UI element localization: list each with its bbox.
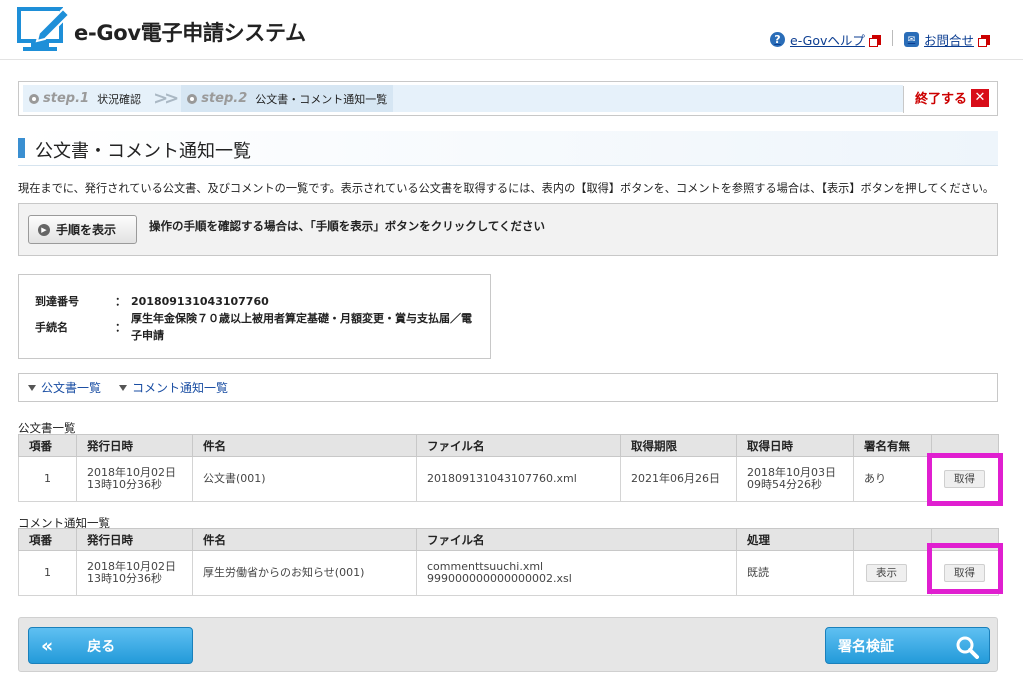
step-1-name: step.1 xyxy=(43,91,90,106)
mail-icon: ✉ xyxy=(904,32,919,47)
application-info: 到達番号 ： 201809131043107760 手続名 ： 厚生年金保険７０… xyxy=(18,274,491,359)
section-jump-links: 公文書一覧 コメント通知一覧 xyxy=(18,373,998,402)
table-row: 1 2018年10月02日 13時10分36秒 厚生労働省からのお知らせ(001)… xyxy=(18,550,999,596)
double-chevron-left-icon: « xyxy=(41,634,54,657)
col-header: 署名有無 xyxy=(853,434,932,457)
col-header: 項番 xyxy=(18,528,77,551)
col-header: 件名 xyxy=(192,434,417,457)
colon: ： xyxy=(115,295,126,308)
triangle-down-icon xyxy=(119,384,128,391)
help-link-label[interactable]: e-Govヘルプ xyxy=(790,30,865,49)
arrival-number-label: 到達番号 xyxy=(35,295,79,308)
page-description: 現在までに、発行されている公文書、及びコメントの一覧です。表示されている公文書を… xyxy=(18,182,995,195)
step-1: step.1 状況確認 xyxy=(23,85,147,112)
highlight-box xyxy=(927,543,1003,594)
contact-link-label[interactable]: お問合せ xyxy=(924,30,974,49)
back-button[interactable]: « 戻る xyxy=(28,627,193,664)
procedure-name-label: 手続名 xyxy=(35,321,68,334)
col-header: 項番 xyxy=(18,434,77,457)
arrival-number-row: 到達番号 ： 201809131043107760 xyxy=(35,293,481,310)
header-divider xyxy=(892,30,893,46)
logo-text: e-Gov電子申請システム xyxy=(74,21,306,45)
docs-table: 項番 発行日時 件名 ファイル名 取得期限 取得日時 署名有無 1 2018年1… xyxy=(18,434,999,502)
step-bar-divider xyxy=(903,86,904,113)
issued-time: 13時10分36秒 xyxy=(87,572,162,585)
play-arrow-icon: ▶ xyxy=(38,223,50,236)
jump-link-comments-label[interactable]: コメント通知一覧 xyxy=(132,379,228,396)
issued-time: 13時10分36秒 xyxy=(87,478,162,491)
procedure-name-value: 厚生年金保険７０歳以上被用者算定基礎・月額変更・賞与支払届／電子申請 xyxy=(131,312,472,342)
show-procedure-button[interactable]: ▶ 手順を表示 xyxy=(28,215,137,244)
step-dot-icon xyxy=(187,93,198,104)
table-header-row: 項番 発行日時 件名 ファイル名 処理 xyxy=(18,528,999,551)
col-header: 処理 xyxy=(736,528,854,551)
procedure-hint: 操作の手順を確認する場合は、「手順を表示」ボタンをクリックしてください xyxy=(149,219,546,233)
close-icon[interactable]: ✕ xyxy=(971,88,989,107)
signature-status: あり xyxy=(853,456,932,502)
header: e-Gov電子申請システム ? e-Govヘルプ ✉ お問合せ xyxy=(0,0,1023,60)
show-procedure-label[interactable]: 手順を表示 xyxy=(56,221,116,238)
step-2-label: 公文書・コメント通知一覧 xyxy=(255,92,388,106)
table-row: 1 2018年10月02日 13時10分36秒 公文書(001) 20180913… xyxy=(18,456,999,502)
triangle-down-icon xyxy=(28,384,36,391)
row-number: 1 xyxy=(18,456,77,502)
external-link-icon xyxy=(868,34,881,47)
end-button[interactable]: 終了する ✕ xyxy=(915,88,989,107)
subject: 厚生労働省からのお知らせ(001) xyxy=(192,550,417,596)
jump-link-docs-label[interactable]: 公文書一覧 xyxy=(41,379,101,396)
verify-signature-label[interactable]: 署名検証 xyxy=(838,636,894,656)
step-2: step.2 公文書・コメント通知一覧 xyxy=(181,85,394,112)
magnifier-icon xyxy=(956,636,979,659)
col-header: ファイル名 xyxy=(416,528,737,551)
help-link[interactable]: ? e-Govヘルプ xyxy=(770,30,881,49)
end-button-label[interactable]: 終了する xyxy=(915,88,967,107)
external-link-icon xyxy=(978,34,991,47)
step-bar: step.1 状況確認 >> step.2 公文書・コメント通知一覧 終了する … xyxy=(18,81,998,116)
issued-datetime: 2018年10月02日 13時10分36秒 xyxy=(76,456,193,502)
arrival-number-value: 201809131043107760 xyxy=(131,295,269,308)
row-number: 1 xyxy=(18,550,77,596)
col-header: 発行日時 xyxy=(76,528,193,551)
view-comment-button[interactable]: 表示 xyxy=(866,564,907,582)
title-accent-bar xyxy=(18,138,25,158)
col-header xyxy=(853,528,932,551)
back-button-label[interactable]: 戻る xyxy=(87,636,115,656)
egov-logo-icon xyxy=(17,7,71,51)
verify-signature-button[interactable]: 署名検証 xyxy=(825,627,990,664)
step-1-label: 状況確認 xyxy=(97,92,142,106)
help-icon: ? xyxy=(770,32,785,47)
colon: ： xyxy=(115,321,126,334)
acquired-time: 09時54分26秒 xyxy=(747,478,822,491)
col-header: 取得日時 xyxy=(736,434,854,457)
contact-link[interactable]: ✉ お問合せ xyxy=(904,30,991,49)
jump-link-comments[interactable]: コメント通知一覧 xyxy=(119,379,228,396)
table-header-row: 項番 発行日時 件名 ファイル名 取得期限 取得日時 署名有無 xyxy=(18,434,999,457)
col-header: 件名 xyxy=(192,528,417,551)
step-progress: step.1 状況確認 >> step.2 公文書・コメント通知一覧 xyxy=(23,85,903,112)
jump-link-docs[interactable]: 公文書一覧 xyxy=(28,379,101,396)
step-2-name: step.2 xyxy=(201,91,248,106)
col-header: 発行日時 xyxy=(76,434,193,457)
subject: 公文書(001) xyxy=(192,456,417,502)
file-names: commenttsuuchi.xml 999000000000000002.xsl xyxy=(416,550,737,596)
comments-table: 項番 発行日時 件名 ファイル名 処理 1 2018年10月02日 13時10分3… xyxy=(18,528,999,596)
status: 既読 xyxy=(736,550,854,596)
double-chevron-icon: >> xyxy=(153,88,179,109)
page-title-text: 公文書・コメント通知一覧 xyxy=(35,141,251,162)
footer-action-bar: « 戻る 署名検証 xyxy=(18,617,998,672)
step-dot-icon xyxy=(29,93,39,104)
file-name: 999000000000000002.xsl xyxy=(427,572,572,585)
issued-datetime: 2018年10月02日 13時10分36秒 xyxy=(76,550,193,596)
col-header: 取得期限 xyxy=(620,434,737,457)
procedure-box: ▶ 手順を表示 操作の手順を確認する場合は、「手順を表示」ボタンをクリックしてく… xyxy=(18,203,998,256)
acquired-datetime: 2018年10月03日 09時54分26秒 xyxy=(736,456,854,502)
deadline: 2021年06月26日 xyxy=(620,456,737,502)
highlight-box xyxy=(927,453,1003,506)
file-name: 201809131043107760.xml xyxy=(416,456,621,502)
view-cell: 表示 xyxy=(853,550,932,596)
page-title: 公文書・コメント通知一覧 xyxy=(18,131,998,166)
col-header: ファイル名 xyxy=(416,434,621,457)
procedure-name-row: 手続名 ： 厚生年金保険７０歳以上被用者算定基礎・月額変更・賞与支払届／電子申請 xyxy=(35,310,481,344)
